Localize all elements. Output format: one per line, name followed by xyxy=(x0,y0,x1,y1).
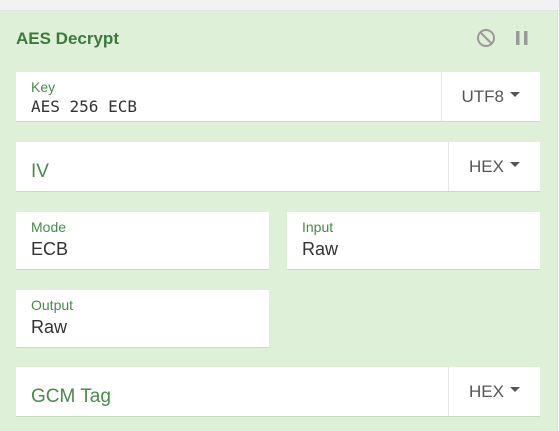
input-label: Input xyxy=(302,219,334,235)
caret-down-icon xyxy=(510,92,520,97)
caret-down-icon xyxy=(510,162,520,167)
key-field[interactable]: Key AES 256 ECB UTF8 xyxy=(16,72,540,122)
output-value[interactable]: Raw xyxy=(31,317,67,338)
top-divider xyxy=(0,0,559,11)
input-format-field[interactable]: Input Raw xyxy=(287,212,540,270)
gcm-tag-format-dropdown[interactable]: HEX xyxy=(448,367,540,416)
iv-format-dropdown[interactable]: HEX xyxy=(448,142,540,191)
aes-decrypt-operation: AES Decrypt Key AES 256 ECB UTF8 IV HEX … xyxy=(0,11,558,431)
key-value[interactable]: AES 256 ECB xyxy=(31,97,137,116)
operation-title: AES Decrypt xyxy=(16,29,119,48)
iv-placeholder: IV xyxy=(31,161,49,182)
caret-down-icon xyxy=(510,387,520,392)
gcm-tag-format-value: HEX xyxy=(469,381,504,401)
gcm-tag-placeholder: GCM Tag xyxy=(31,386,111,407)
key-format-dropdown[interactable]: UTF8 xyxy=(440,72,541,121)
output-label: Output xyxy=(31,297,74,313)
mode-label: Mode xyxy=(31,219,67,235)
mode-value[interactable]: ECB xyxy=(31,239,68,260)
key-format-value: UTF8 xyxy=(461,86,505,106)
output-format-field[interactable]: Output Raw xyxy=(16,290,269,348)
mode-field[interactable]: Mode ECB xyxy=(16,212,269,270)
gcm-tag-field[interactable]: GCM Tag HEX xyxy=(16,367,540,417)
iv-field[interactable]: IV HEX xyxy=(16,142,540,192)
input-value[interactable]: Raw xyxy=(302,239,338,260)
pause-icon[interactable] xyxy=(511,27,533,49)
disable-icon[interactable] xyxy=(475,27,497,49)
iv-format-value: HEX xyxy=(469,156,504,176)
key-label: Key xyxy=(31,79,56,95)
